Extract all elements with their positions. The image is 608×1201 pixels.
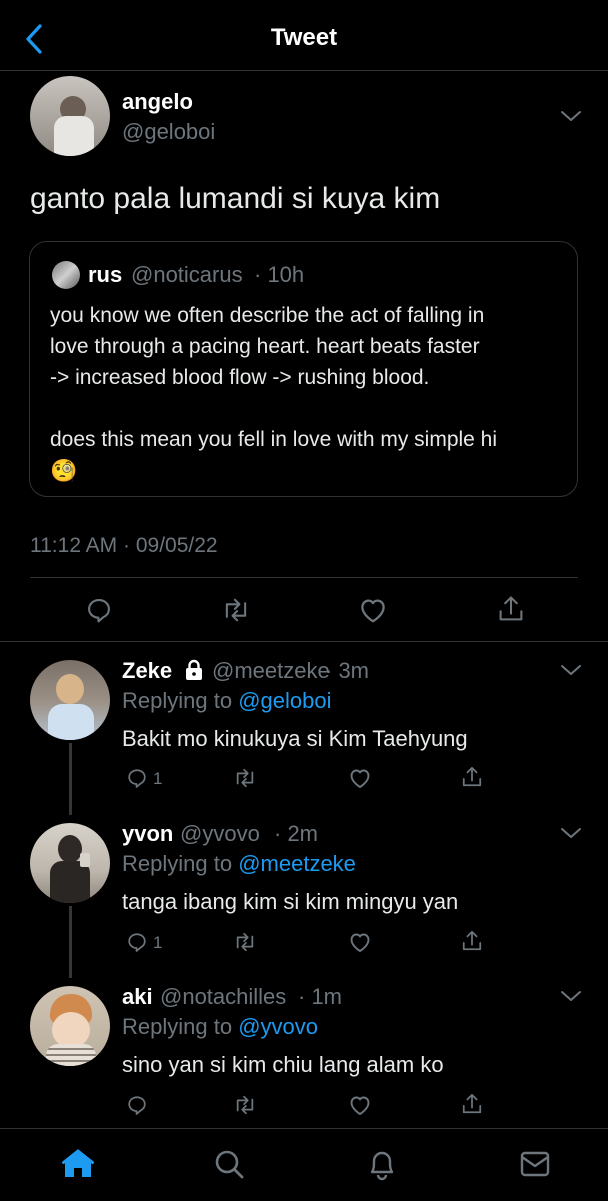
quote-text-line: -> increased blood flow -> rushing blood…: [50, 366, 430, 389]
reply-text: Bakit mo kinukuya si Kim Taehyung: [122, 726, 468, 751]
quoted-tweet[interactable]: rus @noticarus · 10h you know we often d…: [29, 241, 578, 497]
reply-author-name[interactable]: yvon: [122, 821, 173, 847]
replying-to-handle[interactable]: @geloboi: [238, 688, 331, 713]
reply-icon[interactable]: [126, 931, 148, 953]
share-icon[interactable]: [461, 765, 483, 789]
reply-count: 1: [153, 933, 163, 952]
bottom-tab-bar: [0, 1128, 608, 1201]
reply-icon[interactable]: [85, 596, 113, 624]
bell-icon[interactable]: [366, 1147, 398, 1181]
quote-text-line: you know we often describe the act of fa…: [50, 304, 485, 327]
quote-text-line: love through a pacing heart. heart beats…: [50, 335, 480, 358]
thread-line: [69, 906, 72, 978]
tweet-author-name[interactable]: angelo: [122, 89, 193, 115]
thread-line: [69, 743, 72, 815]
chevron-down-icon[interactable]: [560, 826, 582, 840]
heart-icon[interactable]: [348, 931, 372, 953]
monocle-face-emoji: 🧐: [50, 458, 78, 483]
retweet-icon[interactable]: [220, 596, 252, 624]
avatar-yvon[interactable]: [30, 823, 110, 903]
avatar-zeke[interactable]: [30, 660, 110, 740]
reply-time: · 3m: [325, 658, 369, 683]
quote-time: · 10h: [254, 262, 305, 287]
mail-icon[interactable]: [519, 1149, 551, 1179]
quote-author-handle: @noticarus: [131, 262, 243, 287]
reply-author-name[interactable]: aki: [122, 984, 153, 1010]
replying-to-label: Replying to: [122, 688, 233, 713]
avatar-aki[interactable]: [30, 986, 110, 1066]
avatar-rus: [52, 261, 80, 289]
reply-author-handle[interactable]: @yvovo: [180, 821, 260, 847]
reply-icon[interactable]: [126, 1094, 148, 1116]
share-icon[interactable]: [497, 594, 525, 624]
search-icon[interactable]: [213, 1148, 245, 1180]
header-divider: [0, 70, 608, 71]
reply-text: sino yan si kim chiu lang alam ko: [122, 1052, 444, 1077]
share-icon[interactable]: [461, 1092, 483, 1116]
reply-time: · 2m: [274, 821, 318, 846]
timestamp-divider: [30, 577, 578, 578]
retweet-icon[interactable]: [232, 931, 258, 953]
home-icon[interactable]: [62, 1148, 94, 1180]
heart-icon[interactable]: [348, 767, 372, 789]
replying-to-label: Replying to: [122, 851, 233, 876]
reply-author-handle[interactable]: @notachilles: [160, 984, 286, 1010]
reply-text: tanga ibang kim si kim mingyu yan: [122, 889, 459, 914]
quote-text-line: does this mean you fell in love with my …: [50, 428, 498, 451]
tweet-text: ganto pala lumandi si kuya kim: [30, 182, 441, 215]
reply-time: · 1m: [298, 984, 342, 1009]
reply-author-handle[interactable]: @meetzeke: [212, 658, 330, 684]
actions-divider: [0, 641, 608, 642]
page-title: Tweet: [270, 24, 338, 51]
tweet-author-handle[interactable]: @geloboi: [122, 119, 215, 145]
avatar-angelo[interactable]: [30, 76, 110, 156]
retweet-icon[interactable]: [232, 1094, 258, 1116]
tweet-timestamp: 11:12 AM · 09/05/22: [30, 534, 218, 557]
heart-icon[interactable]: [348, 1094, 372, 1116]
reply-count: 1: [153, 769, 163, 788]
replying-to-handle[interactable]: @meetzeke: [238, 851, 356, 876]
chevron-down-icon[interactable]: [560, 989, 582, 1003]
lock-icon: [183, 659, 205, 681]
chevron-down-icon[interactable]: [560, 109, 582, 123]
share-icon[interactable]: [461, 929, 483, 953]
reply-icon[interactable]: [126, 767, 148, 789]
replying-to-label: Replying to: [122, 1014, 233, 1039]
chevron-down-icon[interactable]: [560, 663, 582, 677]
quote-author-name: rus: [88, 262, 123, 287]
retweet-icon[interactable]: [232, 767, 258, 789]
reply-author-name[interactable]: Zeke: [122, 658, 172, 684]
heart-icon[interactable]: [358, 596, 388, 624]
replying-to-handle[interactable]: @yvovo: [238, 1014, 318, 1039]
